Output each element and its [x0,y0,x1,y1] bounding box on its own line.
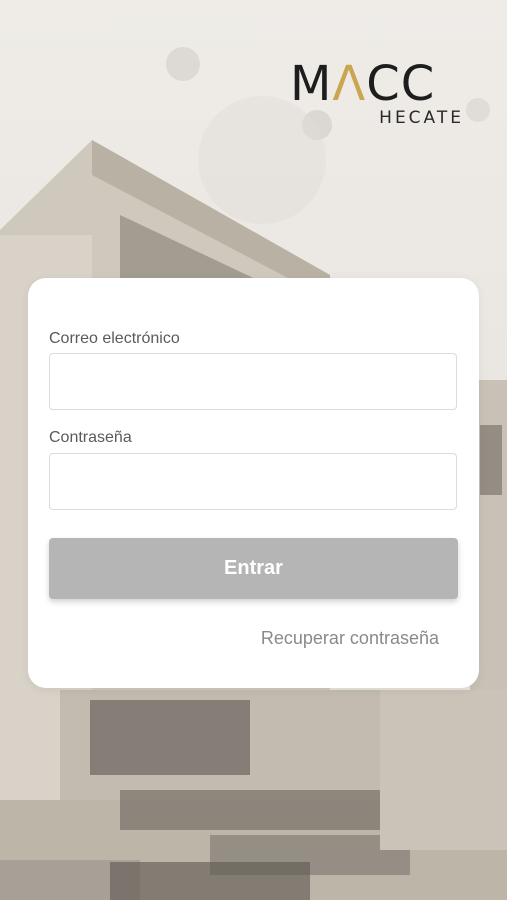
password-label: Contraseña [49,429,132,446]
login-card: Correo electrónico Contraseña Entrar Rec… [28,278,479,688]
brand-wordmark: M Λ CC [290,58,435,110]
recover-password-link[interactable]: Recuperar contraseña [261,628,439,649]
brand-subtitle: HECATE [379,108,464,128]
brand-logo: M Λ CC HECATE [290,58,470,134]
brand-name-prefix: M [290,56,333,112]
email-field[interactable] [49,353,457,410]
brand-name-accent: Λ [332,56,367,112]
email-label: Correo electrónico [49,330,180,347]
password-field[interactable] [49,453,457,510]
submit-button[interactable]: Entrar [49,538,458,599]
brand-name-suffix: CC [366,56,436,112]
